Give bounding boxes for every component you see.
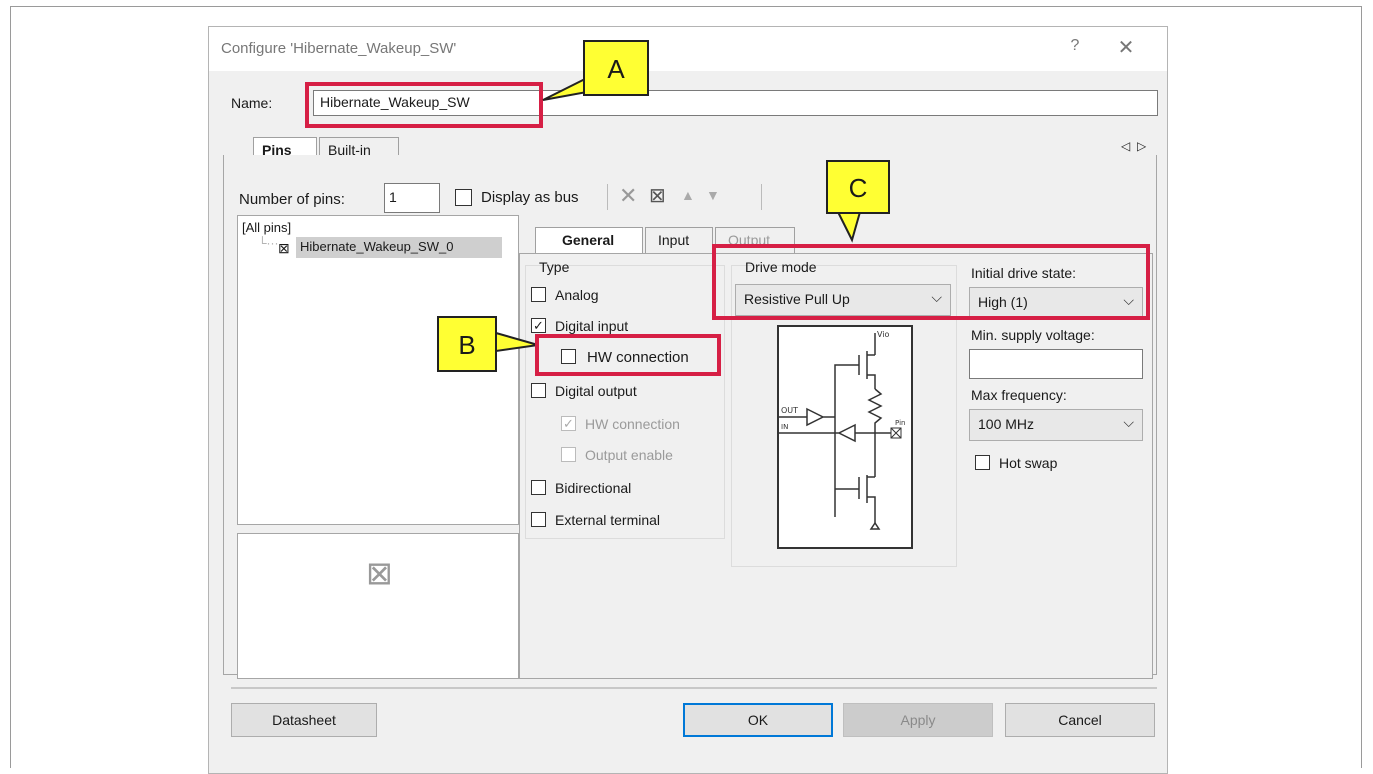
callout-pointers — [495, 78, 862, 353]
callout-b: B — [437, 316, 497, 372]
callout-c: C — [826, 160, 890, 214]
callout-a: A — [583, 40, 649, 96]
callout-c-pointer — [836, 211, 862, 243]
callout-b-pointer — [495, 331, 539, 353]
